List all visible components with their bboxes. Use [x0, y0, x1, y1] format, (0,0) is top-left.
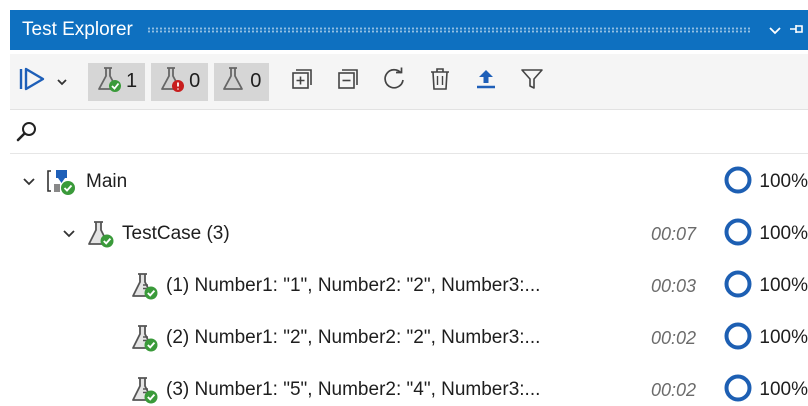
collapse-all-button[interactable]	[325, 62, 371, 102]
title-bar-strip: Test Explorer	[10, 10, 808, 50]
tree-row-label: (3) Number1: "5", Number2: "4", Number3:…	[166, 379, 541, 400]
test-duration: 00:02	[650, 327, 696, 348]
passed-tests-filter[interactable]: 1	[88, 62, 146, 101]
delete-icon	[429, 67, 451, 96]
test-duration: 00:03	[650, 275, 696, 296]
tree-row-test[interactable]: (3) Number1: "5", Number2: "4", Number3:…	[10, 364, 808, 406]
refresh-button[interactable]	[371, 62, 417, 102]
flask-icon	[222, 65, 246, 99]
tree-row-testcase[interactable]: TestCase (3) 00:07 100%	[10, 208, 808, 260]
coverage-ring-icon	[723, 373, 753, 406]
passed-count: 1	[126, 70, 138, 92]
coverage: 100%	[723, 165, 808, 200]
coverage: 100%	[723, 321, 808, 356]
failed-tests-filter[interactable]: 0	[151, 62, 209, 101]
coverage: 100%	[723, 269, 808, 304]
coverage-percent: 100%	[759, 379, 808, 400]
tree-row-label: (1) Number1: "1", Number2: "2", Number3:…	[166, 275, 541, 296]
test-passed-icon	[130, 271, 160, 301]
flask-passed-icon	[86, 219, 116, 249]
upload-button[interactable]	[463, 62, 509, 102]
test-passed-icon	[130, 323, 160, 353]
search-row	[10, 110, 808, 154]
collapse-all-icon	[336, 67, 360, 96]
chevron-down-icon[interactable]	[60, 230, 78, 238]
toolbar: 1 0 0	[10, 54, 808, 110]
tree-row-test[interactable]: (1) Number1: "1", Number2: "2", Number3:…	[10, 260, 808, 312]
upload-icon	[474, 67, 498, 96]
coverage-percent: 100%	[759, 327, 808, 348]
tree-row-main[interactable]: Main 100%	[10, 156, 808, 208]
chevron-down-icon[interactable]	[20, 178, 38, 186]
run-all-icon	[17, 66, 47, 97]
chevron-down-icon[interactable]	[764, 22, 786, 38]
tree-row-label: (2) Number1: "2", Number2: "2", Number3:…	[166, 327, 541, 348]
expand-all-button[interactable]	[279, 62, 325, 102]
notrun-tests-filter[interactable]: 0	[214, 62, 270, 101]
project-passed-icon	[46, 167, 80, 197]
test-duration: 00:07	[650, 223, 696, 244]
coverage-ring-icon	[723, 269, 753, 304]
tree-row-label: Main	[86, 171, 128, 192]
search-icon	[16, 121, 38, 143]
window-title: Test Explorer	[22, 19, 133, 40]
flask-failed-icon	[159, 65, 185, 99]
coverage-ring-icon	[723, 217, 753, 252]
coverage-percent: 100%	[759, 223, 808, 244]
search-input[interactable]	[46, 116, 808, 147]
test-passed-icon	[130, 375, 160, 405]
flask-passed-icon	[96, 65, 122, 99]
filter-button[interactable]	[509, 62, 555, 102]
coverage-percent: 100%	[759, 275, 808, 296]
delete-button[interactable]	[417, 62, 463, 102]
tree-row-label: TestCase (3)	[122, 223, 230, 244]
expand-all-icon	[290, 67, 314, 96]
test-tree: Main 100% TestCase (3) 00:07 100% (1) Nu…	[10, 156, 808, 406]
pin-icon[interactable]	[786, 22, 808, 38]
filter-icon	[520, 67, 544, 96]
run-options-dropdown[interactable]	[52, 62, 72, 102]
chevron-down-icon	[57, 73, 67, 91]
tree-row-test[interactable]: (2) Number1: "2", Number2: "2", Number3:…	[10, 312, 808, 364]
test-duration: 00:02	[650, 379, 696, 400]
coverage-percent: 100%	[759, 171, 808, 192]
coverage: 100%	[723, 217, 808, 252]
refresh-icon	[382, 67, 406, 96]
coverage-ring-icon	[723, 165, 753, 200]
title-bar: Test Explorer	[0, 0, 808, 54]
coverage-ring-icon	[723, 321, 753, 356]
title-grip[interactable]	[146, 27, 750, 33]
run-all-button[interactable]	[12, 62, 52, 102]
failed-count: 0	[189, 70, 201, 92]
coverage: 100%	[723, 373, 808, 406]
notrun-count: 0	[250, 70, 262, 92]
